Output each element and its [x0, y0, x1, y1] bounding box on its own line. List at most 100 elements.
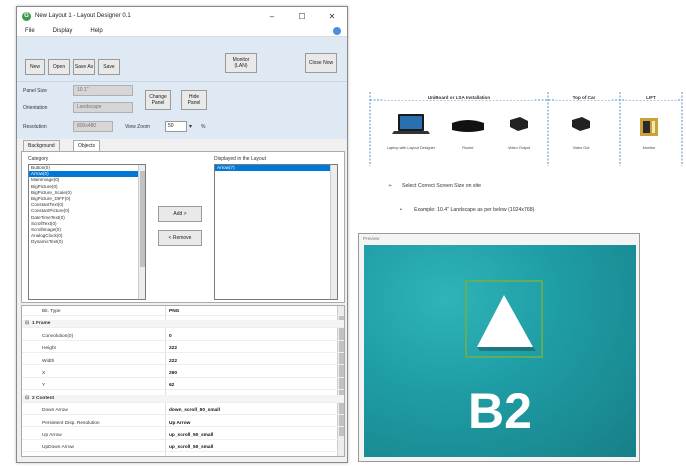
tab-objects[interactable]: Objects [73, 140, 100, 151]
monitor-icon [640, 118, 658, 136]
view-zoom-select[interactable]: 50 [165, 121, 187, 132]
new-button[interactable]: New [25, 59, 45, 75]
menu-bar: File Display Help [17, 25, 347, 37]
property-key: UpDown Arrow [42, 445, 74, 451]
panel-size-field[interactable]: 10.1" [73, 85, 133, 96]
bullet-select-screen-size: Select Correct Screen Size on site [402, 183, 482, 189]
category-list-item[interactable]: DynamicText(0) [29, 239, 145, 245]
property-key: Down Arrow [42, 408, 68, 414]
property-row[interactable]: Down Arrow down_scroll_50_small [22, 407, 344, 415]
preview-canvas: B2 [364, 245, 636, 457]
property-value[interactable]: 62 [169, 382, 174, 389]
menu-file[interactable]: File [25, 28, 35, 34]
tab-background[interactable]: Background [23, 140, 60, 151]
collapse-icon[interactable]: ⊟ [25, 320, 29, 327]
property-key: Y [42, 383, 46, 389]
device-label-video-out: Video Out [572, 146, 590, 150]
router-icon [452, 120, 484, 132]
property-category[interactable]: ⊟ 2 Content [22, 394, 344, 403]
device-label-monitor: Monitor [642, 146, 656, 150]
menu-help[interactable]: Help [90, 28, 102, 34]
window-title: New Layout 1 - Layout Designer 0.1 [35, 13, 131, 19]
help-icon[interactable] [333, 27, 341, 35]
resolution-label: Resolution [23, 124, 47, 130]
property-row[interactable]: Bit. Type PNG [22, 308, 344, 316]
property-grid: Bit. Type PNG ⊟ 1 Frame Convolution(0) 0 Heigh… [21, 305, 345, 457]
property-key: 2 Content [32, 395, 55, 401]
view-zoom-label: View Zoom [125, 124, 150, 130]
device-label-router: Router [462, 146, 474, 150]
video-output-icon [510, 117, 528, 131]
property-row[interactable]: UpDown Arrow up_scroll_50_small [22, 444, 344, 453]
system-diagram: UniBoard or LSA Installation Top of Car … [364, 90, 686, 166]
category-list[interactable]: Button(0) Arrow(0) MainImage(0) BigPicture(… [28, 164, 146, 300]
add-button[interactable]: Add > [158, 206, 202, 222]
property-row[interactable]: Convolution(0) 0 [22, 333, 344, 341]
panel-size-label: Panel Size [23, 88, 47, 94]
category-label: Category [28, 156, 49, 162]
property-value[interactable]: down_scroll_50_small [169, 407, 220, 414]
device-label-laptop: Laptop with Layout Designer [386, 146, 436, 150]
bullet-example: Example: 10.4" Landscape as per below (1… [414, 207, 535, 213]
property-key: Height [42, 346, 56, 352]
property-category[interactable]: ⊟ 1 Frame [22, 320, 344, 329]
layout-designer-window: G New Layout 1 - Layout Designer 0.1 – ☐… [16, 6, 348, 463]
category-scrollbar[interactable] [138, 165, 145, 299]
monitor-lan-button[interactable]: Monitor (LAN) [225, 53, 257, 73]
minimize-button[interactable]: – [257, 12, 287, 21]
save-button[interactable]: Save [98, 59, 120, 75]
up-arrow-icon [477, 295, 533, 347]
hide-panel-button[interactable]: Hide Panel [181, 90, 207, 110]
property-value[interactable]: 0 [169, 333, 172, 340]
video-out-icon [572, 117, 590, 131]
bullet-dot-icon: • [400, 207, 402, 213]
displayed-label: Displayed in the Layout [214, 156, 266, 162]
property-key: Bit. Type [42, 309, 61, 314]
property-value[interactable]: 222 [169, 358, 177, 365]
app-icon: G [22, 11, 31, 21]
property-row[interactable]: Up Arrow up_scroll_50_small [22, 432, 344, 440]
property-value[interactable]: up_scroll_50_small [169, 432, 213, 439]
preview-title: Preview [363, 236, 380, 241]
orientation-field[interactable]: Landscape [73, 102, 133, 113]
floor-indicator-text: B2 [468, 383, 532, 439]
property-value[interactable]: PNG [169, 308, 179, 315]
property-row[interactable]: Y 62 [22, 382, 344, 391]
preview-window: Preview B2 [358, 233, 640, 462]
title-bar: G New Layout 1 - Layout Designer 0.1 – ☐… [17, 7, 347, 25]
property-key: Persistent Disp. Resolution [42, 420, 100, 426]
property-key: Width [42, 358, 55, 364]
property-row[interactable]: Height 222 [22, 345, 344, 353]
change-panel-button[interactable]: Change Panel [145, 90, 171, 110]
displayed-scrollbar[interactable] [330, 165, 337, 299]
open-button[interactable]: Open [48, 59, 70, 75]
property-row[interactable]: Persistent Disp. Resolution Up Arrow [22, 420, 344, 428]
panel-settings: Panel Size 10.1" Orientation Landscape R… [17, 81, 347, 139]
objects-tab-panel: Category Button(0) Arrow(0) MainImage(0) Bi… [21, 151, 345, 303]
close-now-button[interactable]: Close Now [305, 53, 337, 73]
device-label-video-output: Video Output [507, 146, 531, 150]
property-key: 1 Frame [32, 321, 51, 327]
displayed-list-item[interactable]: Arrow(7) [215, 165, 337, 172]
chevron-down-icon[interactable]: ▾ [189, 123, 192, 130]
view-zoom-unit: % [201, 124, 206, 130]
property-value[interactable]: 290 [169, 370, 177, 377]
resolution-field[interactable]: 800x480 [73, 121, 113, 132]
collapse-icon[interactable]: ⊟ [25, 395, 29, 402]
property-row[interactable]: X 290 [22, 370, 344, 378]
remove-button[interactable]: < Remove [158, 230, 202, 246]
close-button[interactable]: ✕ [317, 12, 347, 21]
property-value[interactable]: 222 [169, 345, 177, 352]
property-key: Convolution(0) [42, 333, 74, 339]
menu-display[interactable]: Display [53, 28, 73, 34]
displayed-list[interactable]: Arrow(7) [214, 164, 338, 300]
property-row[interactable]: Width 222 [22, 358, 344, 366]
property-value[interactable]: Up Arrow [169, 420, 190, 427]
maximize-button[interactable]: ☐ [287, 12, 317, 21]
bullet-arrow-icon: ➢ [388, 183, 393, 189]
property-value[interactable]: up_scroll_50_small [169, 444, 213, 451]
laptop-icon [392, 114, 430, 134]
save-as-button[interactable]: Save As [73, 59, 95, 75]
orientation-label: Orientation [23, 105, 48, 111]
property-key: X [42, 371, 46, 376]
